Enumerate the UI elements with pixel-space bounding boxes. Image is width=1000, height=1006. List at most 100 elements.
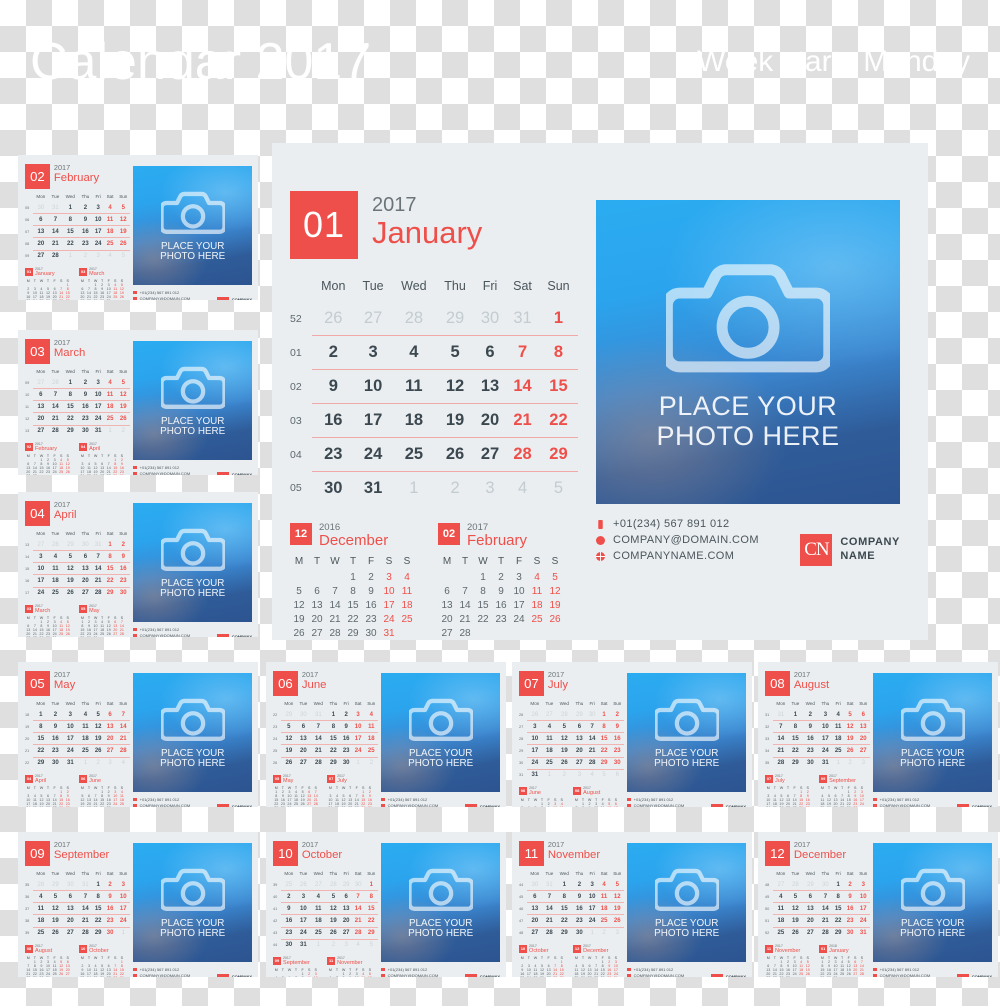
thumb-weekday-header: Thu [575,870,584,876]
thumb-week-row: 31 31 1 2 3 4 5 6 [519,769,624,781]
calendar-page-thumbnail[interactable]: 12 2017 December Mon Tue Wed Thu Fri Sat Sun 48 27 2… [758,832,998,977]
day-cell[interactable]: 22 [538,403,578,438]
thumb-day-cell: 22 [104,574,117,588]
day-cell[interactable]: 30 [473,302,507,336]
day-cell[interactable]: 16 [312,403,355,438]
calendar-page-thumbnail[interactable]: 07 2017 July Mon Tue Wed Thu Fri Sat Sun 26 26 27 28 2… [512,662,752,807]
day-cell[interactable]: 26 [436,437,474,472]
thumb-mini-week-row: 2627282930.. [79,806,125,807]
mini-calendar-next[interactable]: 02 2017 February MTWTFSS ..1234567891011… [438,523,564,640]
day-cell[interactable]: 6 [473,335,507,370]
thumb-day-cell: 16 [802,732,819,746]
day-cell[interactable]: 20 [473,403,507,438]
thumb-mini-grid: MTWTFSS..1234567891011121314151617181920… [25,454,71,475]
mini-day-cell: 28 [459,627,471,639]
day-cell[interactable]: 28 [391,302,437,336]
calendar-page-thumbnail[interactable]: 09 2017 September Mon Tue Wed Thu Fri Sat Sun 35 28… [18,832,258,977]
day-cell[interactable]: 2 [312,335,355,370]
thumb-day-cell: 28 [777,760,785,767]
thumb-day-cell: 15 [832,902,845,916]
thumb-weekday-header: Thu [575,700,584,706]
day-cell[interactable]: 1 [538,302,578,336]
day-cell[interactable]: 15 [538,369,578,404]
day-cell[interactable]: 7 [506,335,539,370]
contact-phone[interactable]: +01(234) 567 891 012 [596,518,759,530]
thumb-mini-next: 01 2018 January M T W T F S S 1 2 3 4 5 6 7 8 9 10 11 12 13 14 1… [819,944,865,977]
calendar-page-thumbnail[interactable]: 08 2017 August Mon Tue Wed Thu Fri Sat Sun 31 31 1 2 3… [758,662,998,807]
day-cell[interactable]: 31 [506,302,539,336]
day-cell[interactable]: 31 [355,472,392,506]
day-cell[interactable]: 25 [391,437,437,472]
thumb-day-cell: 25 [777,930,785,937]
day-cell[interactable]: 3 [474,472,506,506]
day-cell[interactable]: 21 [506,403,539,438]
thumb-day-cell: 23 [340,744,353,758]
thumb-mini-badge: 05 [273,774,282,783]
day-cell[interactable]: 10 [354,369,392,404]
thumb-day-cell: 30 [82,428,89,435]
thumb-mini-badge: 08 [573,786,582,795]
thumb-mini-title: 2017 April [89,442,100,453]
day-cell[interactable]: 23 [312,437,355,472]
day-cell[interactable]: 5 [436,335,474,370]
calendar-page-thumbnail[interactable]: 04 2017 April Mon Tue Wed Thu Fri Sat Sun 13 27 28 29… [18,492,258,637]
day-cell[interactable]: 24 [354,437,392,472]
mini-day-cell: 28 [329,627,341,639]
contact-website[interactable]: COMPANYNAME.COM [596,550,759,562]
day-cell[interactable]: 3 [354,335,392,370]
day-cell[interactable]: 8 [538,335,578,370]
calendar-page-thumbnail[interactable]: 03 2017 March Mon Tue Wed Thu Fri Sat Sun 09 27 28 1 2… [18,330,258,475]
calendar-page-thumbnail[interactable]: 02 2017 February Mon Tue Wed Thu Fri Sat Sun 05 30 3… [18,155,258,300]
thumb-contact-phone: +01(234) 567 891 012 [133,797,190,802]
thumb-company-line1: COMPANY [231,804,252,807]
thumb-week-number: 45 [519,894,524,899]
mini-calendar-prev[interactable]: 12 2016 December MTWTFSS ...123456789101… [290,523,416,640]
day-cell[interactable]: 27 [354,302,392,336]
day-cell[interactable]: 17 [354,403,392,438]
thumb-day-cell: 3 [92,377,105,390]
thumb-day-cell: 7 [310,720,327,734]
contact-email[interactable]: COMPANY@DOMAIN.COM [596,534,759,546]
day-cell[interactable]: 2 [436,472,474,506]
day-cell[interactable]: 11 [391,369,437,404]
calendar-page-thumbnail[interactable]: 10 2017 October Mon Tue Wed Thu Fri Sat Sun 39 25 26… [266,832,506,977]
day-cell[interactable]: 1 [392,472,437,506]
thumb-email-text: COMPANY@DOMAIN.COM [879,973,931,977]
thumb-mini-day-cell: 9 [306,976,313,977]
mini-day-cell: 21 [329,613,341,625]
day-cell[interactable]: 14 [506,369,539,404]
day-cell[interactable]: 4 [391,335,437,370]
thumb-mini-header: 09 2017 September [819,774,865,785]
day-cell[interactable]: 18 [391,403,437,438]
calendar-page-thumbnail[interactable]: 05 2017 May Mon Tue Wed Thu Fri Sat Sun 18 1 2 3 4 5 6 7 1… [18,662,258,807]
thumb-mini-day-cell: . [45,474,52,475]
month-header: 01 2017 January [290,191,582,259]
day-cell[interactable]: 12 [436,369,474,404]
calendar-page-thumbnail[interactable]: 11 2017 November Mon Tue Wed Thu Fri Sat Sun 44 30 3… [512,832,752,977]
day-cell[interactable]: 29 [538,437,578,472]
day-cell[interactable]: 30 [312,472,355,506]
month-grid-january[interactable]: Mon Tue Wed Thu Fri Sat Sun 52 26 27 28 29 30 31 1 01 2… [290,279,578,505]
calendar-page-main[interactable]: 01 2017 January Mon Tue Wed Thu Fri Sat Sun 52… [272,143,928,640]
mini-day-cell: 14 [459,599,471,611]
thumb-week-row: 11 13 14 15 16 17 18 19 [25,400,131,414]
day-cell[interactable]: 26 [312,302,355,336]
thumb-mini-title: 2017 June [89,774,101,785]
day-cell[interactable]: 19 [436,403,474,438]
calendar-page-thumbnail[interactable]: 06 2017 June Mon Tue Wed Thu Fri Sat Sun 22 29 30 31 1… [266,662,506,807]
day-cell[interactable]: 13 [473,369,507,404]
thumb-month-year: 2017 [53,670,71,679]
day-cell[interactable]: 9 [312,369,355,404]
day-cell[interactable]: 4 [506,472,539,506]
company-logo[interactable]: CN COMPANY NAME [800,534,900,566]
camera-icon [408,699,473,742]
day-cell[interactable]: 5 [539,472,578,506]
thumb-day-cell: 20 [802,914,819,928]
thumb-week-row: 19 8 9 10 11 12 13 14 [25,720,131,734]
mini-day-cell: 25 [531,613,543,625]
thumb-week-row: 32 7 8 9 10 11 12 13 [765,720,871,734]
day-cell[interactable]: 27 [473,437,507,472]
photo-placeholder[interactable]: PLACE YOUR PHOTO HERE [596,200,900,504]
day-cell[interactable]: 28 [506,437,539,472]
day-cell[interactable]: 29 [436,302,474,336]
